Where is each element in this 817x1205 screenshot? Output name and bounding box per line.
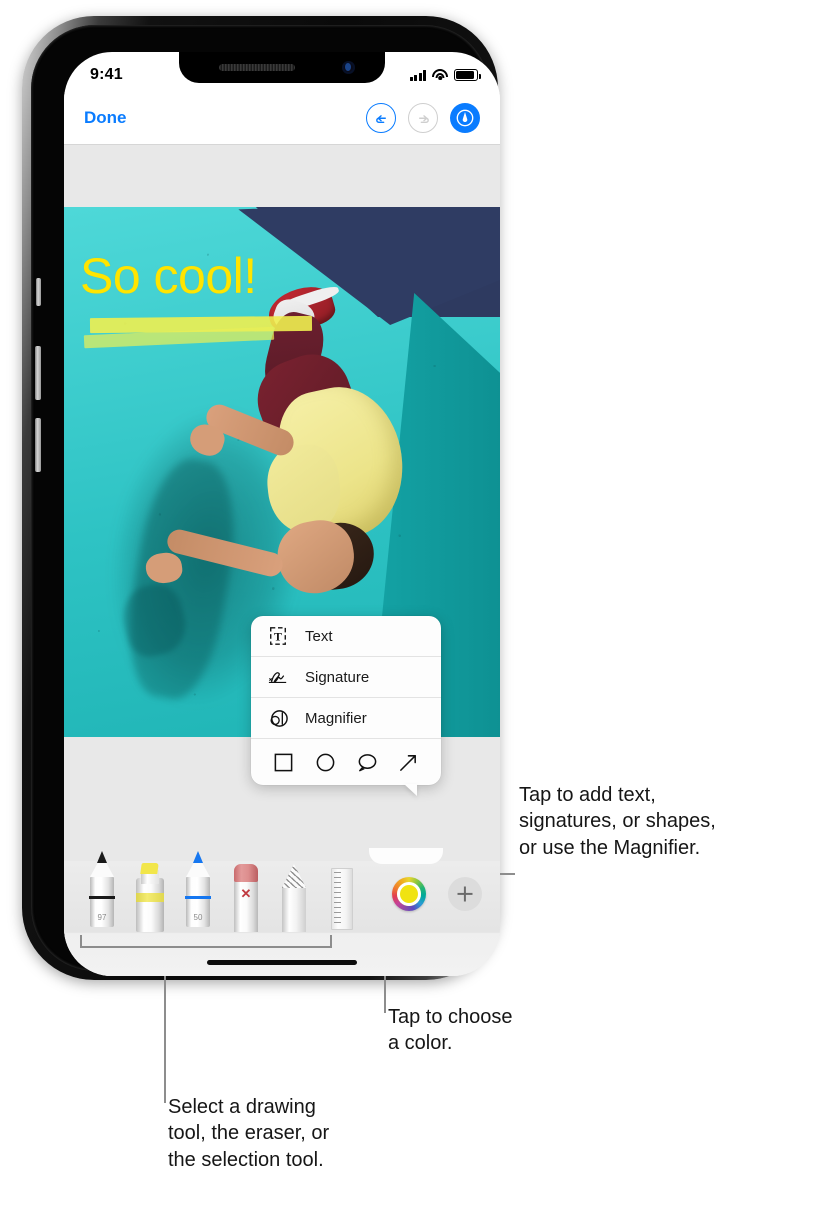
undo-arrow-icon (375, 114, 386, 123)
arrow-shape-icon[interactable] (396, 750, 420, 774)
pencil-tool-size: 50 (193, 913, 203, 922)
toolbar-right-controls (392, 877, 482, 911)
iphone-device-frame: 9:41 Done So cool! T Text Signature Magn… (22, 16, 500, 980)
lasso-selection-tool[interactable] (270, 864, 318, 932)
popup-item-signature[interactable]: Signature (251, 657, 441, 698)
cellular-signal-icon (409, 69, 426, 81)
pen-tool-size: 97 (97, 913, 107, 922)
svg-text:T: T (274, 630, 282, 644)
popup-item-magnifier[interactable]: Magnifier (251, 698, 441, 739)
silent-switch[interactable] (36, 278, 41, 306)
battery-icon (454, 69, 481, 81)
screenshot-root: 9:41 Done So cool! T Text Signature Magn… (0, 0, 817, 1205)
status-time: 9:41 (90, 66, 123, 83)
pencil-nib-icon (193, 851, 203, 863)
redo-arrow-icon (418, 114, 429, 123)
add-markup-popup-menu: T Text Signature Magnifier (251, 616, 441, 785)
text-box-icon: T (265, 624, 291, 648)
wifi-icon (432, 69, 448, 81)
redo-button[interactable] (408, 103, 438, 133)
photo-lower-arm (164, 527, 286, 579)
undo-button[interactable] (366, 103, 396, 133)
device-screen: 9:41 Done So cool! T Text Signature Magn… (64, 52, 500, 976)
popup-item-label: Signature (305, 668, 370, 686)
earpiece-speaker-icon (219, 64, 295, 71)
pen-nib-icon (97, 851, 107, 863)
pen-tool[interactable]: 97 (78, 851, 126, 927)
display-notch (179, 52, 385, 83)
volume-up-button[interactable] (35, 346, 41, 400)
markup-toolbar: 97 50 ✕ (64, 848, 500, 976)
circle-shape-icon[interactable] (313, 750, 337, 774)
home-indicator[interactable] (207, 960, 357, 965)
signature-icon (265, 665, 291, 689)
speech-bubble-shape-icon[interactable] (355, 750, 379, 774)
drawing-tools-group: 97 50 ✕ (78, 851, 366, 932)
square-shape-icon[interactable] (272, 750, 296, 774)
status-indicators (409, 69, 481, 81)
nav-actions (366, 103, 480, 133)
popup-shapes-row (251, 739, 441, 785)
volume-down-button[interactable] (35, 418, 41, 472)
highlighter-tool[interactable] (126, 863, 174, 932)
callout-choose-color: Tap to choose a color. (388, 1006, 513, 1055)
eraser-x-icon: ✕ (240, 886, 252, 901)
ruler-tool[interactable] (318, 866, 366, 932)
markup-pen-icon (456, 109, 474, 127)
add-button[interactable] (448, 877, 482, 911)
markup-canvas-area[interactable]: So cool! T Text Signature Magnifier 97 5… (64, 145, 500, 976)
done-button[interactable]: Done (84, 108, 127, 128)
markup-toggle-button[interactable] (450, 103, 480, 133)
toolbar-popup-cutout (369, 848, 443, 864)
callout-select-tool: Select a drawing tool, the eraser, or th… (168, 1096, 330, 1171)
eraser-tool[interactable]: ✕ (222, 864, 270, 932)
callout-add-text: Tap to add text, signatures, or shapes, … (519, 784, 716, 859)
pencil-tool[interactable]: 50 (174, 851, 222, 927)
magnifier-icon (265, 706, 291, 730)
tool-group-bracket (80, 935, 332, 948)
markup-nav-bar: Done (64, 92, 500, 145)
popup-item-text[interactable]: T Text (251, 616, 441, 657)
popup-item-label: Magnifier (305, 709, 367, 727)
popup-item-label: Text (305, 627, 333, 645)
photo-annotation-text: So cool! (80, 248, 257, 304)
front-camera-icon (342, 61, 355, 74)
color-wheel-button[interactable] (392, 877, 426, 911)
